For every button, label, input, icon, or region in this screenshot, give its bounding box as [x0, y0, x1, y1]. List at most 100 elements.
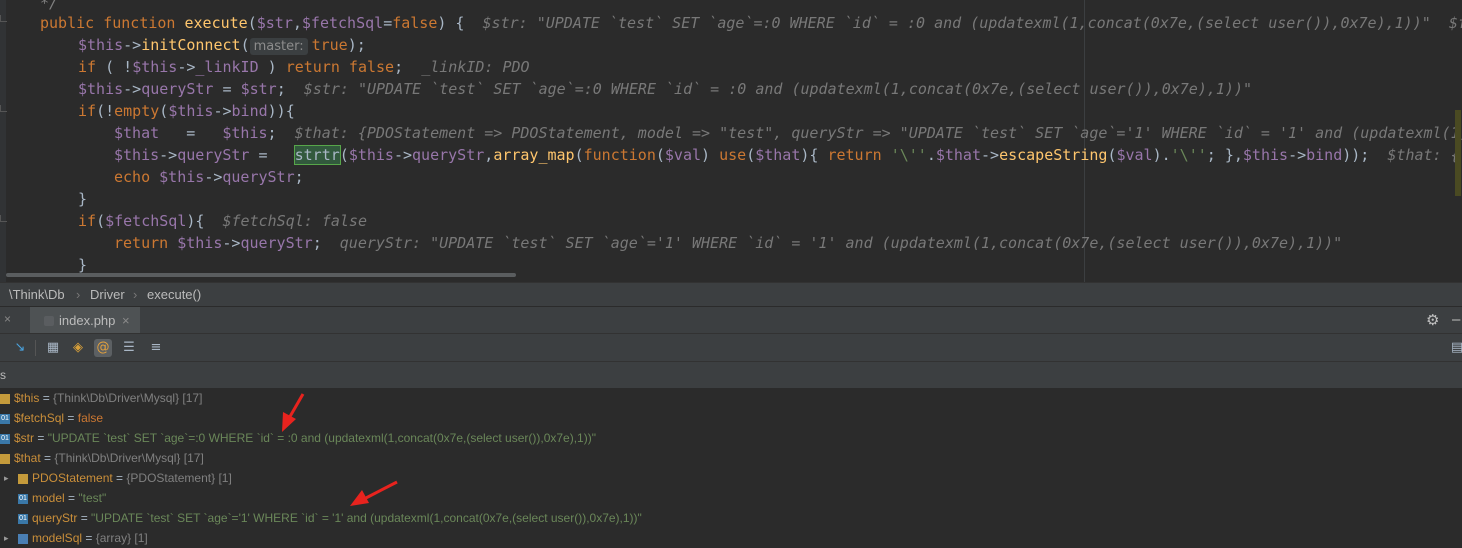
code-line[interactable]: return $this->queryStr; queryStr: "UPDAT… [114, 232, 1342, 254]
variable-value: {Think\Db\Driver\Mysql} [17] [53, 391, 203, 405]
code-token: -> [177, 58, 196, 76]
code-token: return [827, 146, 891, 164]
breadcrumb-separator: › [133, 287, 138, 302]
code-token: $that [935, 146, 981, 164]
minimize-icon[interactable]: – [1452, 311, 1460, 328]
tab-label: index.php [59, 313, 116, 328]
code-token: if [78, 58, 106, 76]
inline-debug-hint: $that: {PDOStatement => PDOStatement, mo… [294, 124, 1462, 142]
code-token: ( [159, 102, 169, 120]
variable-row[interactable]: 01 model = "test" [18, 488, 106, 508]
code-token: , [292, 14, 302, 32]
code-line[interactable]: $this->initConnect(master: true); [78, 34, 366, 56]
code-token: = [159, 124, 223, 142]
variable-row[interactable]: ▸$this = {Think\Db\Driver\Mysql} [17] [0, 388, 202, 408]
code-token: false [392, 14, 438, 32]
breadcrumb-method[interactable]: execute() [147, 283, 201, 307]
code-token: -> [123, 36, 142, 54]
code-token: ; [276, 80, 304, 98]
code-line[interactable]: if ( !$this->_linkID ) return false; _li… [78, 56, 530, 78]
primitive-icon: 01 [0, 433, 10, 444]
gear-icon[interactable]: ⚙ [1426, 311, 1439, 329]
code-line[interactable]: public function execute($str,$fetchSql=f… [40, 12, 1462, 34]
code-token: $this [78, 36, 124, 54]
close-icon[interactable]: × [4, 312, 11, 326]
equals-sign: = [64, 491, 79, 505]
code-token: . [926, 146, 936, 164]
code-token: bind [1306, 146, 1343, 164]
variable-value: {PDOStatement} [1] [126, 471, 232, 485]
variable-name: queryStr [32, 511, 78, 525]
variable-row[interactable]: 01 $fetchSql = false [0, 408, 103, 428]
variable-value: "UPDATE `test` SET `age`='1' WHERE `id` … [91, 511, 642, 525]
expand-arrow-icon[interactable]: ▸ [4, 528, 9, 548]
horizontal-scrollbar[interactable] [6, 273, 516, 277]
variable-row[interactable]: ▸ modelSql = {array} [1] [4, 528, 148, 548]
code-token: return [114, 234, 178, 252]
code-line[interactable]: $this->queryStr = $str; $str: "UPDATE `t… [78, 78, 1252, 100]
code-token: queryStr [240, 234, 313, 252]
code-line[interactable]: $that = $this; $that: {PDOStatement => P… [114, 122, 1462, 144]
code-line[interactable]: $this->queryStr = strtr($this->queryStr,… [114, 144, 1460, 166]
code-token: $fetchSql [301, 14, 384, 32]
close-icon[interactable]: × [122, 307, 130, 334]
code-line[interactable]: if(!empty($this->bind)){ [78, 100, 295, 122]
code-token: $str [240, 80, 277, 98]
code-token: )); [1342, 146, 1388, 164]
code-token: return false [285, 58, 395, 76]
code-token: _linkID [195, 58, 259, 76]
breadcrumb: \Think\Db › Driver › execute() [0, 282, 1462, 307]
variable-row[interactable]: 01 queryStr = "UPDATE `test` SET `age`='1… [18, 508, 642, 528]
code-token: -> [213, 102, 232, 120]
object-icon [0, 453, 10, 464]
tab-index-php[interactable]: index.php × [30, 307, 140, 334]
calculator-icon[interactable]: ▦ [44, 339, 62, 357]
code-token: -> [159, 146, 178, 164]
code-token: -> [204, 168, 223, 186]
layout-icon[interactable]: ▤ [1448, 339, 1462, 357]
variable-name: $fetchSql [14, 411, 65, 425]
code-editor[interactable]: */public function execute($str,$fetchSql… [0, 0, 1462, 282]
fold-marker[interactable] [0, 105, 7, 112]
breadcrumb-namespace[interactable]: \Think\Db [9, 283, 65, 307]
equals-sign: = [82, 531, 96, 545]
list-icon[interactable]: ☰ [120, 339, 138, 357]
variable-name: $this [14, 391, 40, 405]
breakpoint-icon[interactable]: ◈ [69, 339, 87, 357]
expand-arrow-icon[interactable]: ▸ [4, 468, 9, 488]
step-into-icon[interactable]: ↘ [11, 339, 29, 357]
code-token: $this [159, 168, 205, 186]
code-token: if [78, 102, 97, 120]
fold-marker[interactable] [0, 215, 7, 222]
code-token: $this [114, 146, 160, 164]
breadcrumb-class[interactable]: Driver [90, 283, 125, 307]
toolbar-divider [35, 340, 36, 356]
code-token: $val [664, 146, 702, 164]
code-token: $that [755, 146, 801, 164]
code-token: $this [132, 58, 178, 76]
editor-gutter [0, 0, 7, 282]
code-token: ; }, [1206, 146, 1243, 164]
code-line[interactable]: } [78, 188, 87, 210]
variable-name: $that [14, 451, 41, 465]
code-token: public function [40, 14, 185, 32]
code-token: ) [258, 58, 286, 76]
watch-icon[interactable]: @ [94, 339, 112, 357]
code-line[interactable]: if($fetchSql){ $fetchSql: false [78, 210, 367, 232]
code-token: queryStr [222, 168, 295, 186]
variable-row[interactable]: 01 $str = "UPDATE `test` SET `age`=:0 WHE… [0, 428, 596, 448]
inline-debug-hint: $str: "UPDATE `test` SET `age`=:0 WHERE … [482, 14, 1462, 32]
code-token: ( [339, 146, 349, 164]
variables-panel[interactable]: ▸$this = {Think\Db\Driver\Mysql} [17]01$… [0, 388, 1462, 546]
equals-sign: = [112, 471, 127, 485]
variable-row[interactable]: ▸$that = {Think\Db\Driver\Mysql} [17] [0, 448, 204, 468]
add-list-icon[interactable]: ≡ [147, 339, 165, 357]
equals-sign: = [40, 451, 55, 465]
error-stripe-marker[interactable] [1455, 110, 1461, 196]
variable-row[interactable]: ▸ PDOStatement = {PDOStatement} [1] [4, 468, 232, 488]
code-token: = [249, 146, 295, 164]
code-line[interactable]: echo $this->queryStr; [114, 166, 304, 188]
fold-marker[interactable] [0, 15, 7, 22]
code-token: strtr [293, 145, 341, 165]
inline-debug-hint: queryStr: "UPDATE `test` SET `age`='1' W… [339, 234, 1343, 252]
